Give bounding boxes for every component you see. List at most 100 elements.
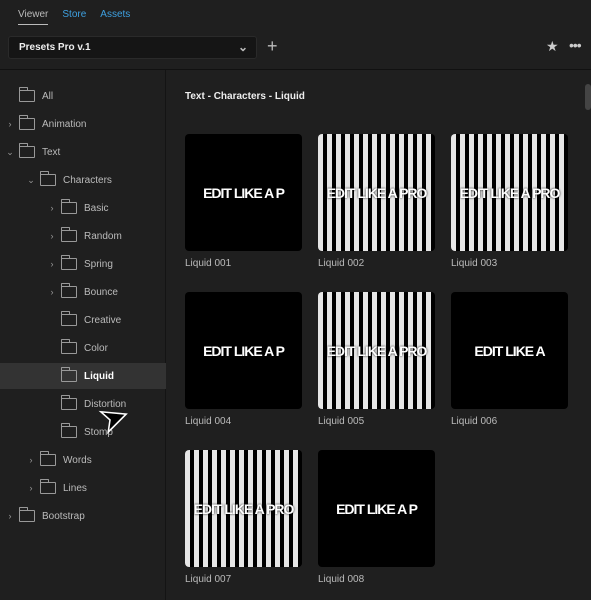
expand-arrow-icon[interactable]: › bbox=[46, 287, 58, 297]
sidebar-item-bootstrap[interactable]: › Bootstrap bbox=[0, 503, 166, 529]
sidebar-item-bounce[interactable]: › Bounce bbox=[0, 279, 166, 305]
tab-viewer[interactable]: Viewer bbox=[18, 9, 49, 25]
preview-text: EDIT LIKE A bbox=[474, 342, 545, 359]
preset-value: Presets Pro v.1 bbox=[19, 42, 91, 53]
preset-name: Liquid 004 bbox=[185, 416, 232, 427]
preview-text: EDIT LIKE A PRO bbox=[459, 184, 561, 201]
preset-thumbnail[interactable]: EDIT LIKE A bbox=[451, 292, 568, 409]
sidebar-item-characters[interactable]: ⌄ Characters bbox=[0, 167, 166, 193]
sidebar-item-label: Liquid bbox=[84, 370, 114, 382]
preset-name: Liquid 002 bbox=[318, 258, 365, 269]
preset-name: Liquid 008 bbox=[318, 574, 365, 585]
breadcrumb: Text - Characters - Liquid bbox=[185, 91, 305, 102]
sidebar-item-label: Creative bbox=[84, 314, 122, 326]
folder-icon bbox=[40, 451, 56, 466]
top-tabs: Viewer Store Assets bbox=[18, 9, 130, 25]
tab-store[interactable]: Store bbox=[62, 9, 86, 25]
expand-arrow-icon[interactable]: › bbox=[46, 259, 58, 269]
expand-arrow-icon[interactable]: › bbox=[25, 455, 37, 465]
scrollbar[interactable] bbox=[585, 84, 591, 110]
sidebar-item-animation[interactable]: › Animation bbox=[0, 111, 166, 137]
preset-card[interactable]: EDIT LIKE A PRO Liquid 005 bbox=[318, 292, 435, 427]
preset-grid-panel: Text - Characters - Liquid EDIT LIKE A P… bbox=[167, 70, 591, 600]
more-icon[interactable]: ••• bbox=[569, 37, 582, 53]
expand-arrow-icon[interactable]: › bbox=[4, 511, 16, 521]
folder-icon bbox=[61, 283, 77, 298]
expand-arrow-icon[interactable]: › bbox=[46, 203, 58, 213]
preview-text: EDIT LIKE A PRO bbox=[326, 342, 428, 359]
sidebar-item-label: Random bbox=[84, 230, 122, 242]
preset-dropdown[interactable]: Presets Pro v.1 ⌄ bbox=[8, 36, 257, 59]
chevron-down-icon: ⌄ bbox=[237, 40, 248, 54]
expand-arrow-icon[interactable]: › bbox=[25, 483, 37, 493]
preset-name: Liquid 003 bbox=[451, 258, 498, 269]
preset-name: Liquid 006 bbox=[451, 416, 498, 427]
sidebar-item-lines[interactable]: › Lines bbox=[0, 475, 166, 501]
preset-thumbnail[interactable]: EDIT LIKE A PRO bbox=[185, 450, 302, 567]
folder-icon bbox=[61, 255, 77, 270]
preset-card[interactable]: EDIT LIKE A P Liquid 001 bbox=[185, 134, 302, 269]
preset-thumbnail[interactable]: EDIT LIKE A P bbox=[185, 134, 302, 251]
sidebar-item-label: Bootstrap bbox=[42, 510, 85, 522]
preset-name: Liquid 005 bbox=[318, 416, 365, 427]
sidebar-item-label: Basic bbox=[84, 202, 109, 214]
folder-icon bbox=[19, 87, 35, 102]
sidebar-item-label: Characters bbox=[63, 174, 112, 186]
folder-icon bbox=[61, 199, 77, 214]
preview-text: EDIT LIKE A PRO bbox=[326, 184, 428, 201]
sidebar-item-liquid[interactable]: Liquid bbox=[0, 363, 166, 389]
folder-icon bbox=[61, 311, 77, 326]
sidebar-item-label: Bounce bbox=[84, 286, 118, 298]
preset-card[interactable]: EDIT LIKE A P Liquid 004 bbox=[185, 292, 302, 427]
preset-thumbnail[interactable]: EDIT LIKE A PRO bbox=[318, 134, 435, 251]
sidebar-item-label: Lines bbox=[63, 482, 87, 494]
preset-card[interactable]: EDIT LIKE A P Liquid 008 bbox=[318, 450, 435, 585]
folder-icon bbox=[61, 423, 77, 438]
sidebar-item-label: All bbox=[42, 90, 54, 102]
tab-assets[interactable]: Assets bbox=[100, 9, 130, 25]
expand-arrow-icon[interactable]: ⌄ bbox=[4, 147, 16, 158]
preset-name: Liquid 001 bbox=[185, 258, 232, 269]
folder-tree: All › Animation ⌄ Text ⌄ Characters › Basic › Rand… bbox=[0, 70, 166, 600]
add-icon[interactable]: + bbox=[267, 36, 278, 57]
folder-icon bbox=[61, 227, 77, 242]
preset-thumbnail[interactable]: EDIT LIKE A P bbox=[185, 292, 302, 409]
sidebar-item-all[interactable]: All bbox=[0, 83, 166, 109]
sidebar-item-label: Color bbox=[84, 342, 108, 354]
sidebar-item-label: Text bbox=[42, 146, 61, 158]
sidebar-item-color[interactable]: Color bbox=[0, 335, 166, 361]
preset-card[interactable]: EDIT LIKE A PRO Liquid 007 bbox=[185, 450, 302, 585]
folder-icon bbox=[61, 395, 77, 410]
folder-icon bbox=[61, 339, 77, 354]
sidebar-item-label: Spring bbox=[84, 258, 113, 270]
sidebar-item-stomp[interactable]: Stomp bbox=[0, 419, 166, 445]
preset-card[interactable]: EDIT LIKE A PRO Liquid 002 bbox=[318, 134, 435, 269]
expand-arrow-icon[interactable]: › bbox=[46, 231, 58, 241]
preset-card[interactable]: EDIT LIKE A Liquid 006 bbox=[451, 292, 568, 427]
folder-icon bbox=[19, 115, 35, 130]
sidebar-item-text[interactable]: ⌄ Text bbox=[0, 139, 166, 165]
preset-name: Liquid 007 bbox=[185, 574, 232, 585]
folder-icon bbox=[19, 143, 35, 158]
preset-thumbnail[interactable]: EDIT LIKE A PRO bbox=[318, 292, 435, 409]
sidebar-item-creative[interactable]: Creative bbox=[0, 307, 166, 333]
sidebar-item-label: Words bbox=[63, 454, 92, 466]
preview-text: EDIT LIKE A P bbox=[336, 500, 418, 517]
sidebar-item-random[interactable]: › Random bbox=[0, 223, 166, 249]
expand-arrow-icon[interactable]: ⌄ bbox=[25, 175, 37, 186]
preset-thumbnail[interactable]: EDIT LIKE A PRO bbox=[451, 134, 568, 251]
folder-icon bbox=[40, 171, 56, 186]
folder-icon bbox=[19, 507, 35, 522]
folder-icon bbox=[61, 367, 77, 382]
star-icon[interactable]: ★ bbox=[546, 38, 559, 55]
sidebar-item-basic[interactable]: › Basic bbox=[0, 195, 166, 221]
sidebar-item-distortion[interactable]: Distortion bbox=[0, 391, 166, 417]
sidebar-item-words[interactable]: › Words bbox=[0, 447, 166, 473]
sidebar-item-spring[interactable]: › Spring bbox=[0, 251, 166, 277]
preview-text: EDIT LIKE A P bbox=[203, 342, 285, 359]
preset-card[interactable]: EDIT LIKE A PRO Liquid 003 bbox=[451, 134, 568, 269]
folder-icon bbox=[40, 479, 56, 494]
preset-thumbnail[interactable]: EDIT LIKE A P bbox=[318, 450, 435, 567]
expand-arrow-icon[interactable]: › bbox=[4, 119, 16, 129]
preview-text: EDIT LIKE A P bbox=[203, 184, 285, 201]
